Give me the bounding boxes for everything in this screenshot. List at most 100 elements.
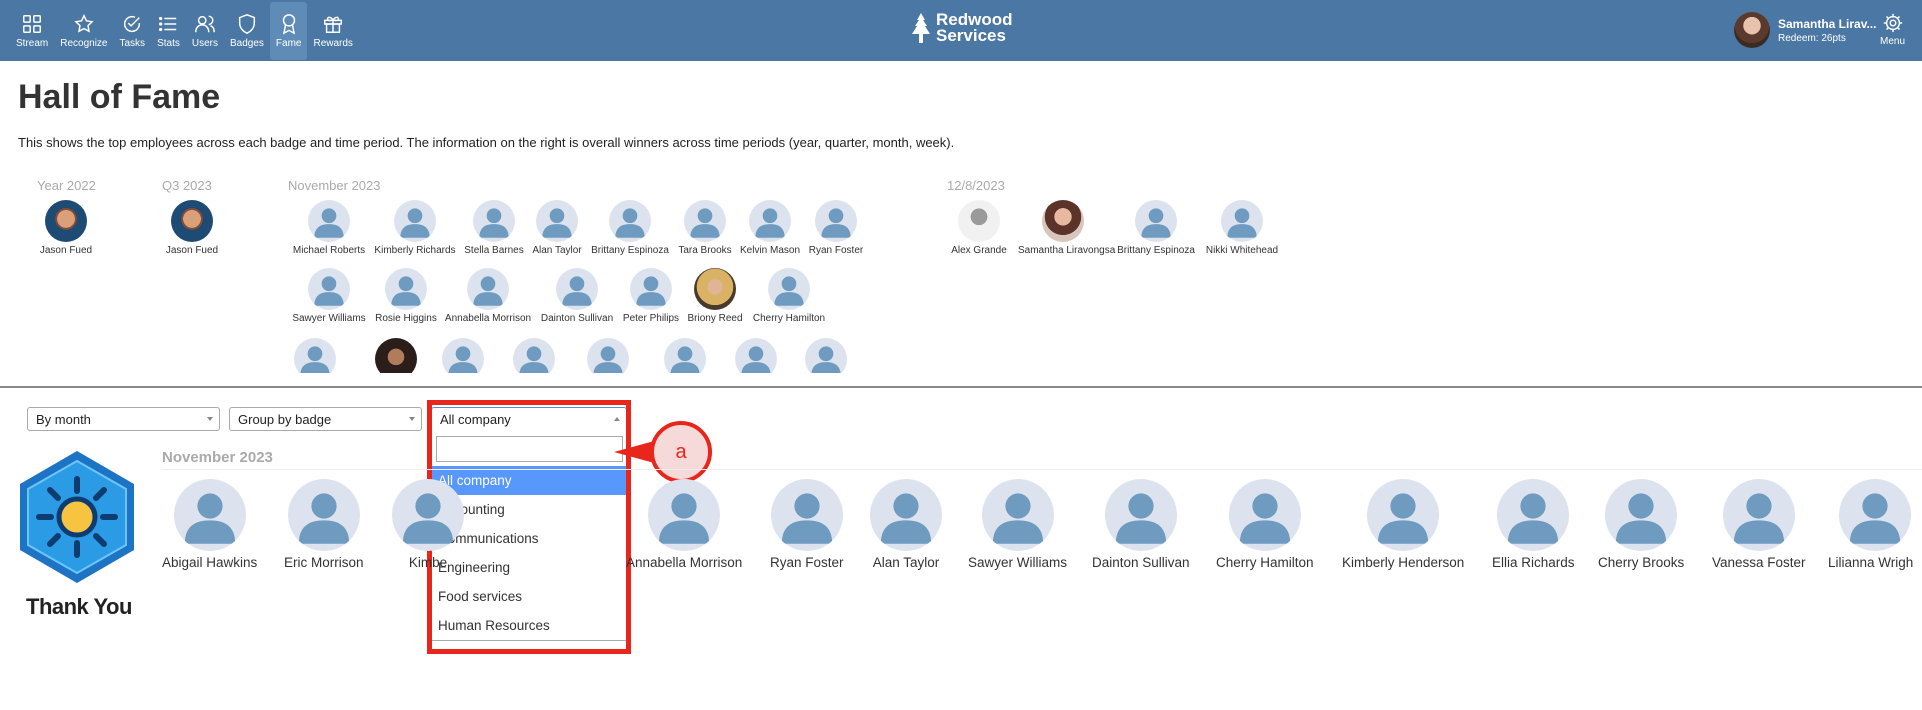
company-logo[interactable]: Redwood Services [912,11,1013,44]
winner-name: Samantha Liravongsa [1018,245,1116,256]
menu-button[interactable]: Menu [1880,12,1905,47]
period-select-value: By month [36,412,91,427]
nav-stats[interactable]: Stats [151,2,186,60]
avatar [1605,479,1678,551]
avatar [981,479,1054,551]
badge-winner-card[interactable]: Dainton Sullivan [1092,479,1190,570]
avatar [294,338,336,373]
nav-users[interactable]: Users [186,2,224,60]
avatar [648,479,721,551]
avatar [173,479,246,551]
nav-fame[interactable]: Fame [269,2,308,60]
badge-winner-card[interactable]: Cherry Brooks [1598,479,1684,570]
nav-recognize[interactable]: Recognize [54,2,113,60]
badge-winner-card[interactable]: Kimberly Henderson [1342,479,1464,570]
nav-tasks[interactable]: Tasks [114,2,152,60]
winner-card[interactable] [270,338,360,373]
user-profile[interactable]: Samantha Lirav... Redeem: 26pts [1734,12,1876,48]
avatar [308,200,350,242]
nav-label: Stats [157,38,180,49]
avatar [473,200,515,242]
nav-label: Badges [229,38,264,49]
avatar [308,268,350,310]
badge-winner-card[interactable]: Abigail Hawkins [162,479,257,570]
avatar [1104,479,1177,551]
avatar [513,338,555,373]
badge-winner-card[interactable]: Ellia Richards [1492,479,1575,570]
avatar [630,268,672,310]
avatar [1135,200,1177,242]
thank-you-badge-icon [20,451,134,583]
winner-card[interactable]: Jason Fued [21,200,111,256]
badge-winner-card[interactable]: Alan Taylor [870,479,942,570]
period-select[interactable]: By month [27,407,220,431]
check-circle-icon [124,15,141,33]
winner-card[interactable]: Cherry Hamilton [744,268,834,324]
winner-name: Dainton Sullivan [1092,555,1190,570]
avatar [45,200,87,242]
page-title: Hall of Fame [18,78,221,116]
group-select[interactable]: Group by badge [229,407,422,431]
avatar [1497,479,1570,551]
badge-winner-card[interactable]: Annabella Morrison [626,479,742,570]
winner-card[interactable] [781,338,871,373]
dropdown-arrow-icon [207,417,213,421]
badge-winner-card[interactable]: Vanessa Foster [1712,479,1806,570]
winner-card[interactable]: Alex Grande [934,200,1024,256]
badge-section-line [162,469,1922,470]
winner-name: Abigail Hawkins [162,555,258,570]
winner-name: Cherry Brooks [1598,555,1685,570]
list-icon [159,16,177,32]
winner-card[interactable]: Nikki Whitehead [1197,200,1287,256]
badge-winner-card[interactable]: Ryan Foster [770,479,844,570]
nav-badges[interactable]: Badges [224,2,270,60]
winner-name: Nikki Whitehead [1205,245,1279,256]
avatar [815,200,857,242]
menu-label: Menu [1880,36,1906,47]
winner-name: Ryan Foster [808,245,864,256]
winner-card[interactable]: Rosie Higgins [361,268,451,324]
winner-name: Eric Morrison [284,555,364,570]
winner-name: Cherry Hamilton [752,313,826,324]
avatar [287,479,360,551]
user-name: Samantha Lirav... [1778,16,1877,31]
winner-card[interactable]: Michael Roberts [284,200,374,256]
avatar [958,200,1000,242]
winner-card[interactable]: Brittany Espinoza [1111,200,1201,256]
winner-card[interactable]: Kimberly Richards [370,200,460,256]
avatar [394,200,436,242]
page-description: This shows the top employees across each… [18,135,955,150]
winner-name: Cherry Hamilton [1216,555,1314,570]
avatar [1722,479,1795,551]
winner-card[interactable]: Ryan Foster [791,200,881,256]
winner-card[interactable]: Annabella Morrison [443,268,533,324]
badge-winner-card[interactable]: Cherry Hamilton [1216,479,1314,570]
avatar [392,479,464,551]
star-icon [74,14,94,33]
winner-name: Vanessa Foster [1712,555,1806,570]
dropdown-arrow-icon [409,417,415,421]
nav-label: Fame [275,38,302,49]
badge-winner-card[interactable]: Eric Morrison [284,479,364,570]
winner-name: Kimbe [408,555,448,570]
gear-icon [1883,13,1902,33]
annotation-callout: a [650,421,712,483]
nav-stream[interactable]: Stream [10,2,54,60]
badge-winner-card[interactable]: Sawyer Williams [968,479,1067,570]
avatar [1228,479,1301,551]
badge-winner-card[interactable]: Lilianna Wrigh [1828,479,1922,570]
badge-winner-card[interactable]: Kimbe [392,479,464,570]
avatar [171,200,213,242]
avatar [768,268,810,310]
avatar [1221,200,1263,242]
nav-rewards[interactable]: Rewards [307,2,358,60]
winner-card[interactable]: Jason Fued [147,200,237,256]
winner-name: Annabella Morrison [444,313,532,324]
nav-label: Rewards [313,38,353,49]
winner-name: Ryan Foster [770,555,844,570]
avatar [735,338,777,373]
winner-card[interactable]: Samantha Liravongsa [1018,200,1116,256]
avatar [467,268,509,310]
period-label-week: 12/8/2023 [947,178,1005,193]
winner-name: Lilianna Wrigh [1828,555,1914,570]
